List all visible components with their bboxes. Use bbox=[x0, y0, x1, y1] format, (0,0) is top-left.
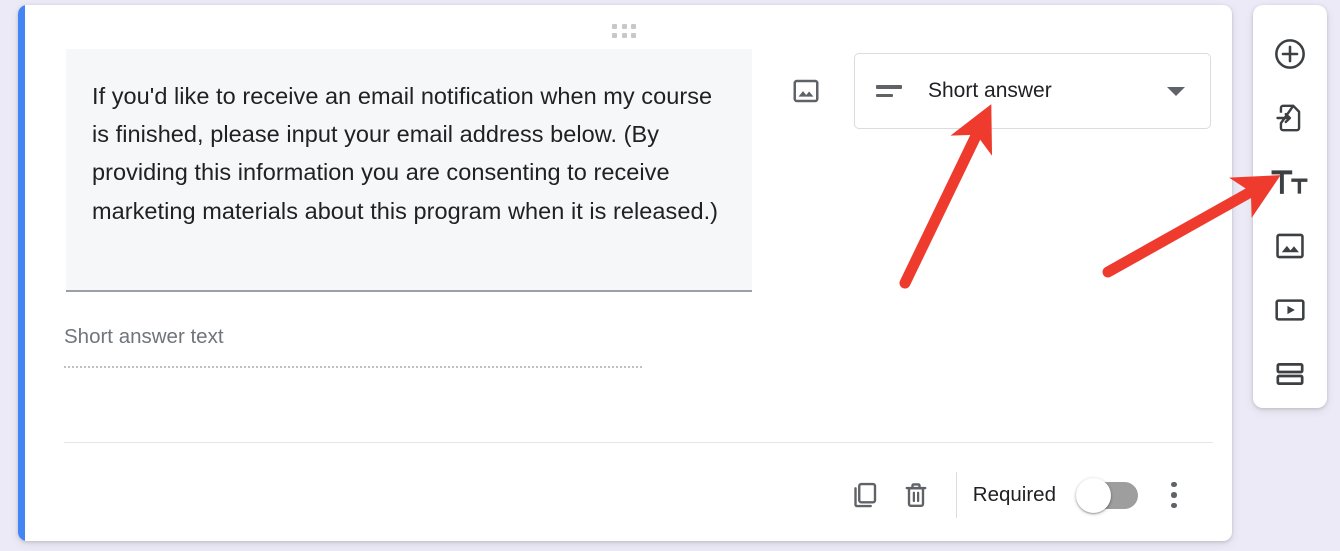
question-footer-toolbar: Required bbox=[838, 468, 1196, 522]
question-type-select[interactable]: Short answer bbox=[854, 53, 1211, 129]
more-options-button[interactable] bbox=[1152, 469, 1196, 521]
required-label: Required bbox=[972, 483, 1056, 506]
sidebar-item-add-title-description[interactable] bbox=[1263, 155, 1317, 209]
question-card[interactable]: If you'd like to receive an email notifi… bbox=[18, 5, 1232, 541]
required-toggle[interactable] bbox=[1076, 477, 1138, 513]
question-type-label: Short answer bbox=[928, 79, 1052, 102]
import-questions-icon bbox=[1276, 104, 1301, 132]
footer-divider bbox=[64, 442, 1213, 443]
more-options-dot bbox=[1171, 492, 1177, 498]
drag-handle-dot bbox=[631, 24, 637, 29]
drag-handle[interactable] bbox=[612, 24, 638, 38]
image-icon bbox=[1276, 233, 1304, 259]
drag-handle-dot bbox=[631, 32, 637, 38]
sidebar-item-add-section[interactable] bbox=[1263, 347, 1317, 401]
answer-underline bbox=[64, 366, 642, 368]
delete-button[interactable] bbox=[890, 469, 942, 521]
card-accent-bar bbox=[18, 5, 25, 541]
chevron-down-icon[interactable] bbox=[1167, 86, 1185, 96]
short-answer-icon bbox=[876, 85, 902, 97]
question-text-field[interactable]: If you'd like to receive an email notifi… bbox=[66, 49, 752, 292]
sidebar-item-add-video[interactable] bbox=[1263, 283, 1317, 337]
drag-handle-dot bbox=[612, 32, 617, 38]
insert-image-button[interactable] bbox=[786, 71, 826, 111]
sidebar-item-import-questions[interactable] bbox=[1263, 91, 1317, 145]
answer-preview: Short answer text bbox=[64, 325, 642, 368]
sidebar-item-add-image[interactable] bbox=[1263, 219, 1317, 273]
add-section-icon bbox=[1276, 363, 1304, 385]
footer-vertical-divider bbox=[955, 472, 957, 518]
side-toolbar bbox=[1253, 5, 1327, 408]
title-description-icon bbox=[1271, 170, 1308, 194]
answer-placeholder-text: Short answer text bbox=[64, 325, 224, 348]
question-text: If you'd like to receive an email notifi… bbox=[92, 83, 719, 224]
trash-icon bbox=[905, 483, 927, 507]
sidebar-item-add-question[interactable] bbox=[1263, 27, 1317, 81]
more-options-dot bbox=[1171, 481, 1177, 488]
image-icon bbox=[793, 79, 819, 103]
required-toggle-knob bbox=[1076, 477, 1111, 513]
drag-handle-dot bbox=[621, 32, 627, 38]
drag-handle-dot bbox=[621, 24, 627, 29]
video-icon bbox=[1275, 299, 1305, 321]
duplicate-icon bbox=[854, 482, 876, 508]
drag-handle-dot bbox=[612, 24, 617, 29]
more-options-dot bbox=[1171, 502, 1177, 509]
add-circle-icon bbox=[1275, 39, 1305, 69]
duplicate-button[interactable] bbox=[838, 469, 890, 521]
